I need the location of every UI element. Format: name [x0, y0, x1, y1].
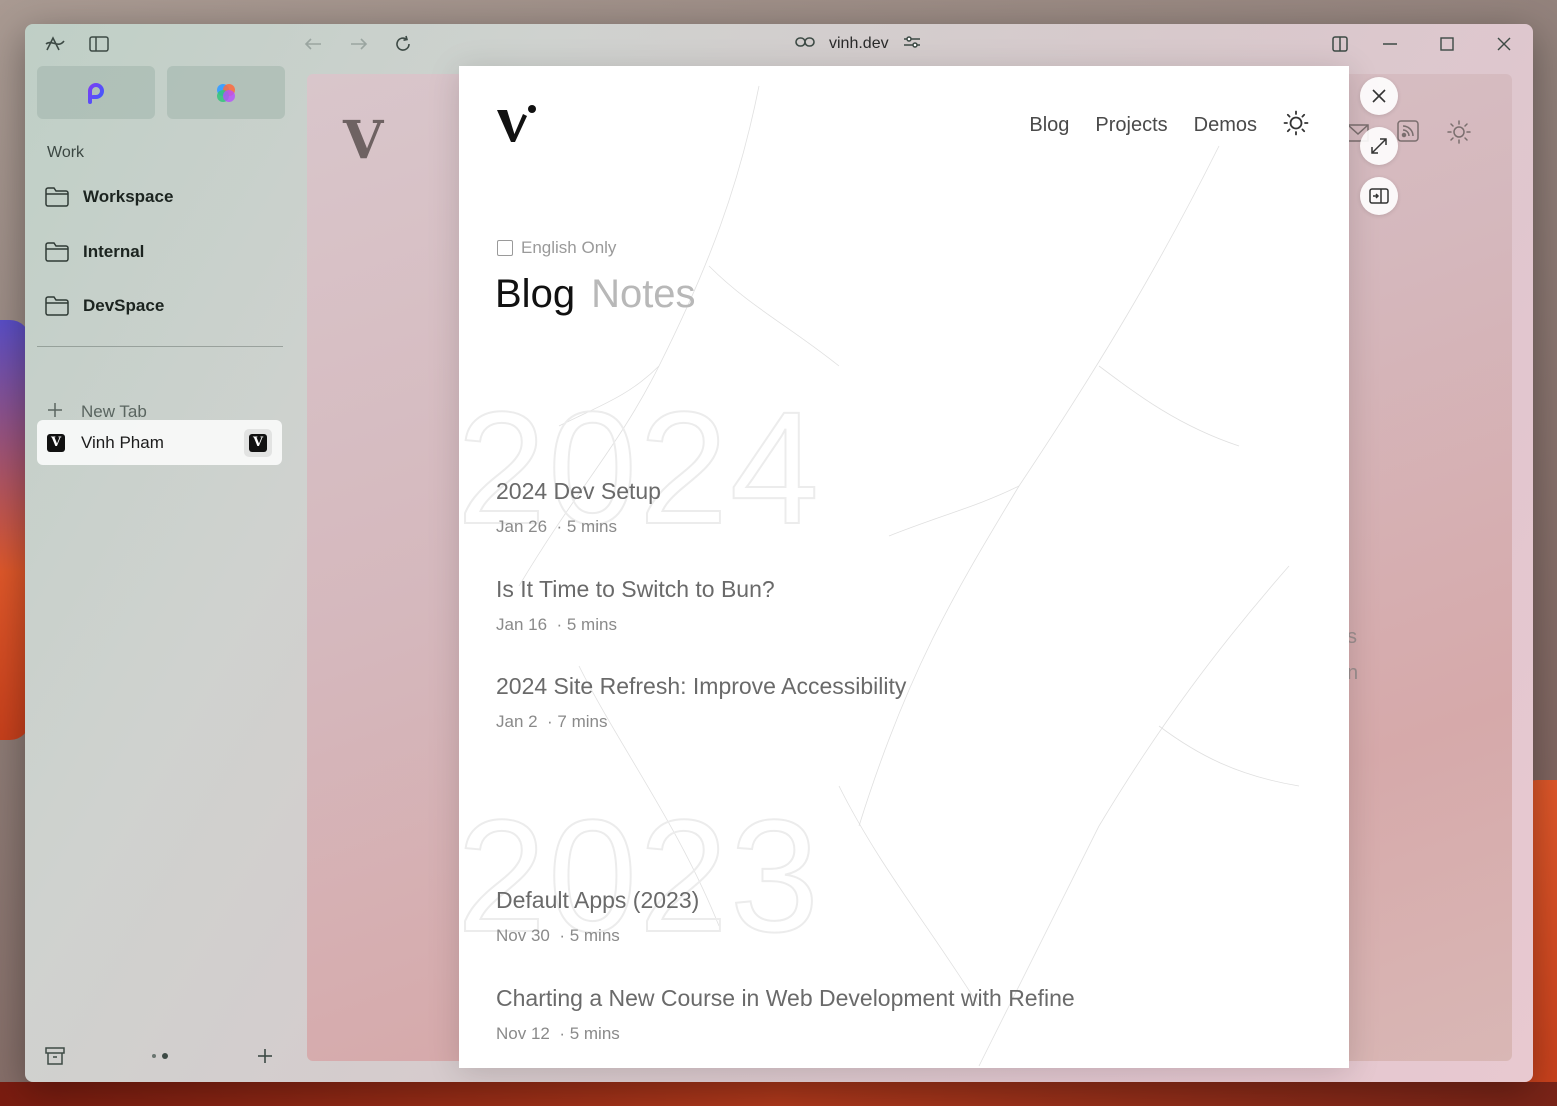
site-favicon-icon: V: [249, 433, 267, 452]
nav-demos-link[interactable]: Demos: [1194, 114, 1257, 137]
english-only-filter[interactable]: English Only: [497, 238, 616, 258]
split-view-icon[interactable]: [1328, 32, 1352, 56]
sidebar-toggle-icon[interactable]: [87, 32, 111, 56]
post-meta: Jan 26 · 5 mins: [496, 517, 661, 537]
copilot-icon: [217, 83, 235, 102]
folder-icon: [45, 296, 69, 316]
english-only-label: English Only: [521, 238, 617, 257]
post-meta: Nov 30 · 5 mins: [496, 926, 699, 946]
tab-peek-icon[interactable]: V: [244, 428, 272, 457]
top-bar: vinh.dev: [25, 24, 1533, 64]
post-duration: · 5 mins: [559, 926, 620, 945]
post-item[interactable]: 2024 Site Refresh: Improve Accessibility…: [496, 673, 906, 732]
post-date: Jan 26: [496, 517, 548, 536]
post-meta: Nov 12 · 5 mins: [496, 1024, 1075, 1044]
split-icon: [1369, 188, 1389, 204]
theme-icon: [1447, 120, 1471, 149]
archive-icon[interactable]: [43, 1044, 67, 1068]
post-title[interactable]: 2024 Dev Setup: [496, 478, 661, 505]
sidebar: Work Workspace Internal DevSpace New Tab…: [25, 64, 297, 1082]
theme-toggle-icon[interactable]: [1283, 110, 1309, 141]
post-date: Nov 30: [496, 926, 550, 945]
heading-blog-tab[interactable]: Blog: [495, 272, 575, 317]
folder-icon: [45, 187, 69, 207]
forward-icon[interactable]: [347, 32, 371, 56]
post-item[interactable]: Is It Time to Switch to Bun? Jan 16 · 5 …: [496, 576, 775, 635]
post-title[interactable]: Is It Time to Switch to Bun?: [496, 576, 775, 603]
post-duration: · 5 mins: [556, 517, 617, 536]
peek-panel: Blog Projects Demos English Only Blog No…: [459, 66, 1349, 1068]
minimize-icon[interactable]: [1378, 32, 1402, 56]
purple-app-icon: [88, 82, 104, 104]
heading-notes-tab[interactable]: Notes: [591, 272, 696, 317]
browser-window: vinh.dev Work Workspace Internal DevSpac…: [25, 24, 1533, 1082]
arc-logo-icon[interactable]: [43, 32, 67, 56]
close-icon: [1372, 89, 1386, 103]
rss-icon: [1397, 120, 1419, 147]
address-bar[interactable]: vinh.dev: [795, 32, 921, 56]
add-space-icon[interactable]: [253, 1044, 277, 1068]
close-window-icon[interactable]: [1492, 32, 1516, 56]
post-item[interactable]: Default Apps (2023) Nov 30 · 5 mins: [496, 887, 699, 946]
post-item[interactable]: Charting a New Course in Web Development…: [496, 985, 1075, 1044]
maximize-icon[interactable]: [1435, 32, 1459, 56]
spaces-dots-icon[interactable]: [147, 1044, 177, 1068]
post-duration: · 5 mins: [556, 615, 617, 634]
post-duration: · 5 mins: [559, 1024, 620, 1043]
expand-peek-button[interactable]: [1360, 127, 1398, 165]
split-peek-button[interactable]: [1360, 177, 1398, 215]
folder-label: Workspace: [83, 187, 174, 206]
folder-devspace[interactable]: DevSpace: [45, 291, 164, 321]
post-meta: Jan 16 · 5 mins: [496, 615, 775, 635]
close-peek-button[interactable]: [1360, 77, 1398, 115]
expand-icon: [1371, 138, 1387, 154]
background-logo: V: [343, 110, 384, 171]
post-meta: Jan 2 · 7 mins: [496, 712, 906, 732]
pinned-app-1[interactable]: [37, 66, 155, 119]
post-date: Nov 12: [496, 1024, 550, 1043]
folder-label: DevSpace: [83, 296, 165, 315]
back-icon[interactable]: [301, 32, 325, 56]
folder-label: Internal: [83, 242, 145, 261]
post-date: Jan 2: [496, 712, 538, 731]
url-text[interactable]: vinh.dev: [829, 35, 889, 53]
site-logo[interactable]: [495, 102, 539, 146]
folder-internal[interactable]: Internal: [45, 237, 144, 267]
post-item[interactable]: 2024 Dev Setup Jan 26 · 5 mins: [496, 478, 661, 537]
page-heading: Blog Notes: [495, 272, 696, 317]
english-only-checkbox[interactable]: [497, 240, 513, 256]
tab-vinh-pham[interactable]: V Vinh Pham V: [37, 420, 282, 465]
folder-icon: [45, 242, 69, 262]
site-favicon-icon: V: [47, 433, 65, 452]
nav-blog-link[interactable]: Blog: [1029, 114, 1069, 137]
site-controls-icon[interactable]: [903, 35, 921, 54]
tab-title: Vinh Pham: [81, 432, 164, 452]
sidebar-divider: [37, 346, 283, 347]
folder-workspace[interactable]: Workspace: [45, 182, 173, 212]
post-duration: · 7 mins: [547, 712, 608, 731]
space-label: Work: [47, 144, 85, 161]
reload-icon[interactable]: [391, 32, 415, 56]
wallpaper-bottom: [0, 1082, 1557, 1106]
new-tab-label: New Tab: [81, 402, 147, 421]
nav-projects-link[interactable]: Projects: [1095, 114, 1167, 137]
post-title[interactable]: Default Apps (2023): [496, 887, 699, 914]
pinned-app-2[interactable]: [167, 66, 285, 119]
site-nav: Blog Projects Demos: [1029, 110, 1309, 141]
post-date: Jan 16: [496, 615, 548, 634]
post-title[interactable]: Charting a New Course in Web Development…: [496, 985, 1075, 1012]
post-title[interactable]: 2024 Site Refresh: Improve Accessibility: [496, 673, 906, 700]
link-icon[interactable]: [795, 35, 815, 53]
